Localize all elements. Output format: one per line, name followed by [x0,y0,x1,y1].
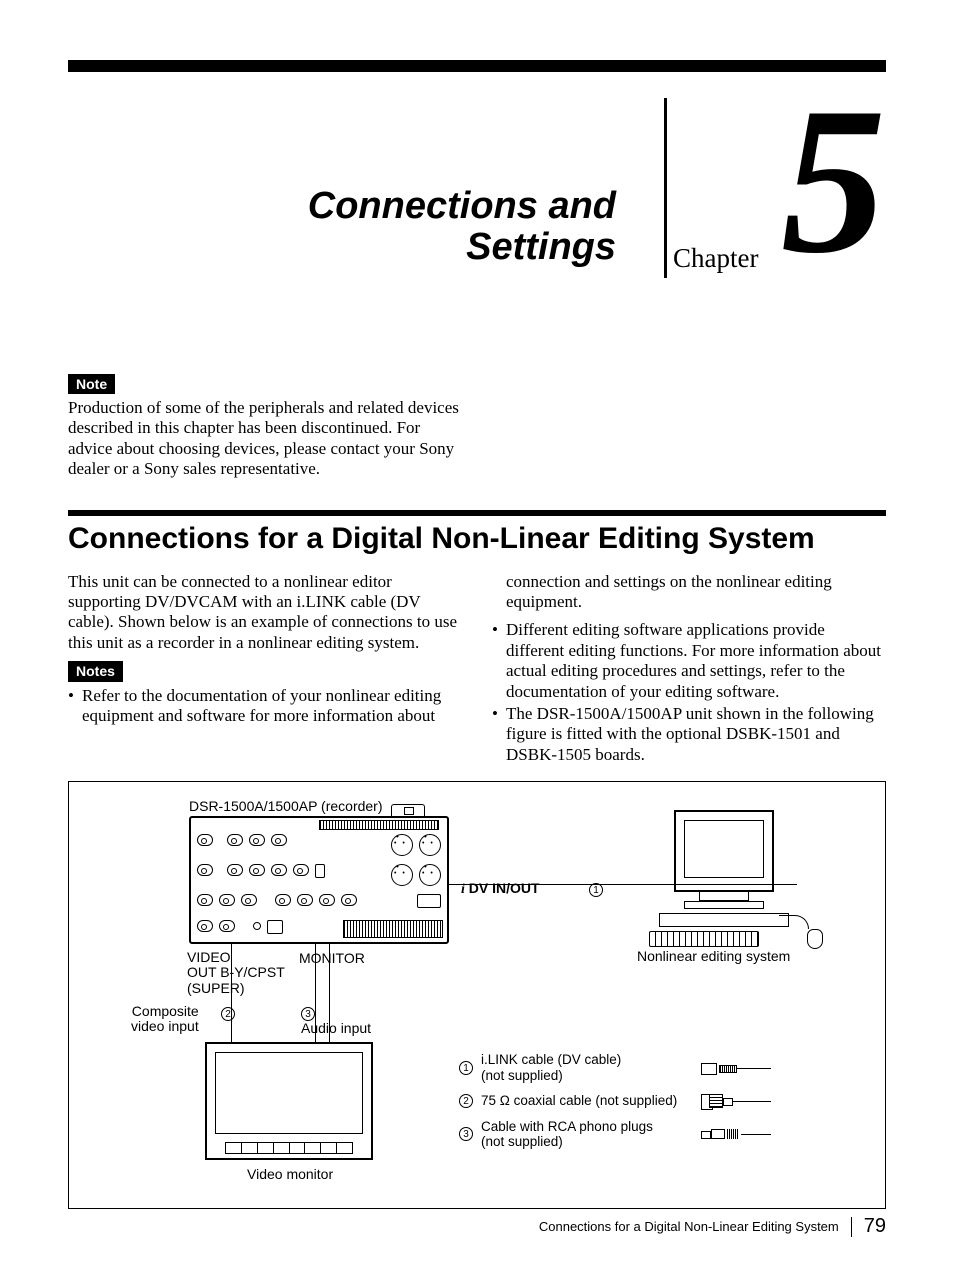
cable-line-3b [329,942,330,1044]
chapter-title-line2: Settings [308,227,616,268]
callout-3: 3 [301,1004,315,1021]
dv-inout-label: i DV IN/OUT [461,880,540,898]
video-out-label: VIDEO OUT B-Y/CPST (SUPER) [187,950,285,996]
chapter-label: Chapter [673,243,758,274]
chapter-header: Connections and Settings Chapter 5 [68,88,886,288]
notes-badge: Notes [68,661,123,682]
nle-system-icon [649,810,799,947]
ilink-cable-icon [701,1061,771,1075]
cable-line-2 [231,942,232,1044]
video-monitor-icon [205,1042,373,1160]
section-title: Connections for a Digital Non-Linear Edi… [68,522,886,556]
running-head: Connections for a Digital Non-Linear Edi… [539,1219,839,1234]
section-rule [68,510,886,516]
left-column: This unit can be connected to a nonlinea… [68,572,462,768]
legend-item-1: i.LINK cable (DV cable) (not supplied) [481,1052,693,1083]
monitor-label: MONITOR [299,950,365,966]
footer-separator [851,1217,852,1237]
legend-item-2: 75 Ω coaxial cable (not supplied) [481,1093,693,1109]
nle-label: Nonlinear editing system [637,948,790,964]
rca-cable-icon [701,1127,771,1141]
note-bullet-right-1: Different editing software applications … [492,620,886,702]
chapter-divider [664,98,667,278]
video-monitor-label: Video monitor [247,1166,333,1182]
note-badge: Note [68,374,115,394]
note-bullet-left: Refer to the documentation of your nonli… [68,686,462,727]
connection-figure: DSR-1500A/1500AP (recorder) i DV IN/OUT … [68,781,886,1209]
top-rule [68,60,886,72]
page-number: 79 [864,1215,886,1238]
note-bullet-right-2: The DSR-1500A/1500AP unit shown in the f… [492,704,886,765]
audio-input-label: Audio input [301,1020,371,1036]
recorder-label: DSR-1500A/1500AP (recorder) [189,798,383,814]
cable-legend: 1 i.LINK cable (DV cable) (not supplied)… [459,1052,771,1160]
right-continuation: connection and settings on the nonlinear… [492,572,886,613]
note-text: Production of some of the peripherals an… [68,398,468,480]
body-columns: This unit can be connected to a nonlinea… [68,572,886,768]
legend-item-3: Cable with RCA phono plugs (not supplied… [481,1119,693,1150]
callout-2: 2 [221,1004,235,1021]
composite-label: Composite video input [131,1004,199,1035]
right-column: connection and settings on the nonlinear… [492,572,886,768]
recorder-icon [189,816,449,944]
chapter-number: 5 [781,76,886,286]
page-footer: Connections for a Digital Non-Linear Edi… [539,1215,886,1238]
coax-cable-icon [701,1094,771,1108]
chapter-title-line1: Connections and [308,186,616,227]
callout-1: 1 [589,880,603,897]
cable-line-3a [315,942,316,1044]
intro-para: This unit can be connected to a nonlinea… [68,572,462,654]
